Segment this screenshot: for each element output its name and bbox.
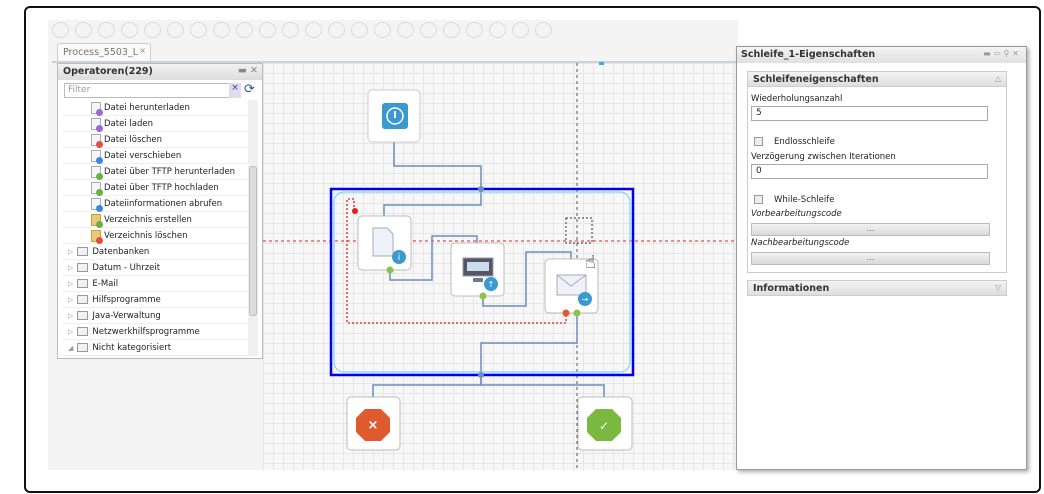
hand-cursor-icon: ☝ [585,252,596,273]
operator-label: Dateiinformationen abrufen [104,198,223,209]
section-loop-properties[interactable]: Schleifeneigenschaften △ [747,71,1007,87]
collapsed-arrow-icon[interactable]: ▷ [68,248,73,256]
endless-loop-checkbox[interactable] [754,137,763,146]
drop-target-outline [565,217,593,244]
endless-loop-label: Endlosschleife [774,137,835,147]
collapsed-arrow-icon[interactable]: ▷ [68,296,73,304]
delay-input[interactable]: 0 [751,164,988,179]
while-loop-label: While-Schleife [774,195,835,205]
operator-item[interactable]: Verzeichnis löschen [63,228,248,244]
operator-item[interactable]: Datei über TFTP herunterladen [63,164,248,180]
folder-icon [77,327,89,336]
category-label: E-Mail [92,278,119,289]
folder-op-icon [91,213,103,228]
collapsed-arrow-icon[interactable]: ▷ [68,264,73,272]
file-op-icon [91,149,103,164]
operator-list: Datei herunterladen Datei laden Datei lösc… [63,100,248,356]
minimize-icon[interactable]: ▬ [983,49,994,58]
operators-panel: Operatoren(229) ▬ ✕ Filter × ⟳ Datei heru… [57,63,263,359]
filter-input[interactable]: Filter [64,83,241,98]
category-label: Datum - Uhrzeit [92,262,161,273]
operator-label: Verzeichnis erstellen [104,214,192,225]
repeat-label: Wiederholungsanzahl [751,94,843,104]
operator-item[interactable]: Verzeichnis erstellen [63,212,248,228]
folder-icon [77,279,89,288]
collapsed-arrow-icon[interactable]: ▷ [68,328,73,336]
operator-item[interactable]: Datei verschieben [63,148,248,164]
scrollbar[interactable] [248,100,258,356]
operator-item[interactable]: Datei herunterladen [63,100,248,116]
file-op-icon [91,165,103,180]
category-label: Netzwerkhilfsprogramme [92,326,200,337]
folder-op-icon [91,229,103,244]
category-item[interactable]: ▷ Hilfsprogramme [63,292,248,308]
operator-label: Datei über TFTP herunterladen [104,166,236,177]
upload-node[interactable]: ↑ [450,242,505,300]
svg-text:✓: ✓ [599,419,609,433]
category-label: Nicht kategorisiert [92,342,172,353]
properties-title: Schleife_1-Eigenschaften [741,49,876,60]
folder-icon [77,263,89,272]
category-item[interactable]: ▷ E-Mail [63,276,248,292]
repeat-count-input[interactable]: 5 [751,106,988,121]
preprocessing-label: Vorbearbeitungscode [751,209,842,219]
file-op-icon [91,181,103,196]
svg-text:i: i [398,253,401,263]
preprocessing-code-button[interactable]: ... [751,223,990,236]
operator-item[interactable]: Datei löschen [63,132,248,148]
svg-text:→: → [582,295,589,304]
category-item[interactable]: ▷ Netzwerkhilfsprogramme [63,324,248,340]
close-icon[interactable]: ✕ [250,65,258,76]
file-info-node[interactable]: i [357,215,412,274]
postprocessing-label: Nachbearbeitungscode [751,238,850,248]
expand-icon: ▽ [994,283,1001,292]
operator-label: Datei löschen [104,134,163,145]
while-loop-checkbox[interactable] [754,195,763,204]
collapsed-arrow-icon[interactable]: ▷ [68,312,73,320]
postprocessing-code-button[interactable]: ... [751,252,990,265]
folder-icon [77,311,89,320]
properties-panel: Schleife_1-Eigenschaften ▬⇦⚲✕ Schleifenei… [736,46,1027,470]
operator-label: Datei über TFTP hochladen [104,182,219,193]
category-item[interactable]: ▷ Datenbanken [63,244,248,260]
collapsed-arrow-icon[interactable]: ▷ [68,280,73,288]
refresh-icon[interactable]: ⟳ [244,82,255,97]
expanded-arrow-icon[interactable]: ◢ [68,344,73,352]
file-op-icon [91,117,103,132]
category-item[interactable]: ▷ Java-Verwaltung [63,308,248,324]
operator-label: Datei verschieben [104,150,182,161]
operator-item[interactable]: Datei laden [63,116,248,132]
svg-text:↑: ↑ [488,280,495,289]
minimize-icon[interactable]: ▬ [238,65,247,76]
close-icon[interactable]: ✕ [1012,49,1022,58]
category-label: Datenbanken [92,246,150,257]
category-item[interactable]: ◢ Nicht kategorisiert [63,340,248,356]
operator-label: Verzeichnis löschen [104,230,188,241]
delay-label: Verzögerung zwischen Iterationen [751,152,896,162]
file-op-icon [91,197,103,212]
category-label: Java-Verwaltung [92,310,161,321]
start-node[interactable] [367,89,421,143]
operators-title: Operatoren(229) [63,66,153,77]
category-item[interactable]: ▷ Datum - Uhrzeit [63,260,248,276]
operator-item[interactable]: Datei über TFTP hochladen [63,180,248,196]
category-label: Hilfsprogramme [92,294,161,305]
collapse-icon: △ [994,74,1001,83]
folder-icon [77,295,89,304]
folder-icon [77,343,89,352]
svg-text:×: × [368,418,379,433]
operator-label: Datei herunterladen [104,102,190,113]
undock-icon[interactable]: ⇦ [994,49,1004,58]
section-information[interactable]: Informationen ▽ [747,280,1007,296]
error-end-node[interactable]: × [346,396,401,451]
clear-filter-button[interactable]: × [229,83,241,98]
folder-icon [77,247,89,256]
operator-item[interactable]: Dateiinformationen abrufen [63,196,248,212]
file-op-icon [91,101,103,116]
pin-icon[interactable]: ⚲ [1003,49,1012,58]
success-end-node[interactable]: ✓ [577,396,633,451]
file-op-icon [91,133,103,148]
operator-label: Datei laden [104,118,153,129]
